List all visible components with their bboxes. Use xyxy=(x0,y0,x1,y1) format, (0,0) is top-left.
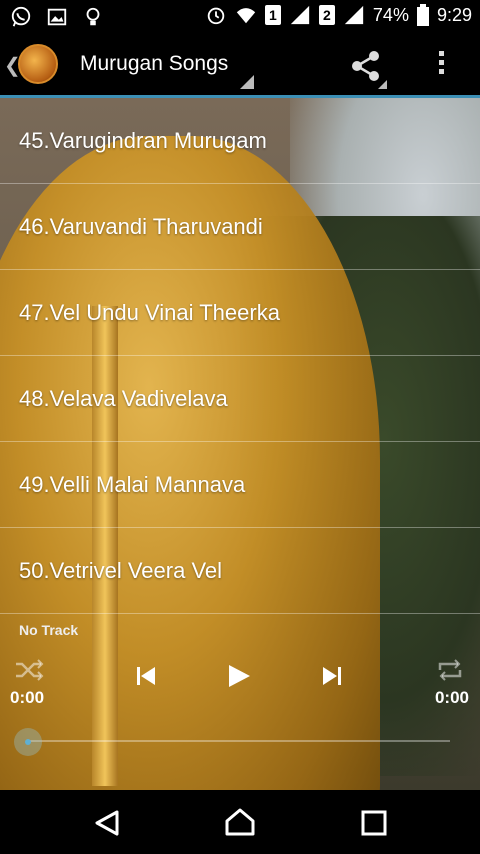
seek-thumb[interactable] xyxy=(14,728,42,756)
repeat-icon[interactable] xyxy=(436,658,464,682)
list-item[interactable]: 49.Velli Malai Mannava xyxy=(0,442,480,528)
list-item[interactable]: 47.Vel Undu Vinai Theerka xyxy=(0,270,480,356)
wifi-icon xyxy=(236,8,256,24)
total-time: 0:00 xyxy=(434,688,469,707)
current-track-label: No Track xyxy=(19,622,79,638)
list-item[interactable]: 48.Velava Vadivelava xyxy=(0,356,480,442)
sim1-badge: 1 xyxy=(264,5,281,25)
status-bar: 1 2 74% 9:29 xyxy=(0,0,480,33)
battery-icon xyxy=(416,4,429,26)
back-nav-icon[interactable] xyxy=(93,809,121,837)
song-title: 48.Velava Vadivelava xyxy=(19,385,228,411)
song-list: 45.Varugindran Murugam 46.Varuvandi Thar… xyxy=(0,98,480,614)
share-icon[interactable] xyxy=(350,50,382,82)
title-dropdown-indicator xyxy=(240,75,254,89)
song-title: 47.Vel Undu Vinai Theerka xyxy=(19,299,280,325)
song-title: 45.Varugindran Murugam xyxy=(19,127,267,153)
song-title: 50.Vetrivel Veera Vel xyxy=(19,557,223,583)
whatsapp-icon xyxy=(11,6,31,27)
list-item[interactable]: 45.Varugindran Murugam xyxy=(0,98,480,184)
overflow-menu-icon[interactable] xyxy=(436,51,446,78)
play-icon[interactable] xyxy=(226,663,252,689)
app-bar: ❮ Murugan Songs xyxy=(0,33,480,95)
home-nav-icon[interactable] xyxy=(224,807,256,837)
song-title: 46.Varuvandi Tharuvandi xyxy=(19,213,263,239)
shuffle-icon[interactable] xyxy=(14,658,44,682)
bulb-icon xyxy=(86,7,100,26)
elapsed-time: 0:00 xyxy=(10,688,45,707)
sim2-badge: 2 xyxy=(318,5,335,25)
app-avatar[interactable] xyxy=(18,44,58,84)
next-icon[interactable] xyxy=(322,666,342,686)
navigation-bar xyxy=(0,790,480,854)
signal-icon xyxy=(290,5,310,25)
app-title[interactable]: Murugan Songs xyxy=(80,52,228,76)
recents-nav-icon[interactable] xyxy=(361,810,387,836)
seek-bar[interactable] xyxy=(28,740,450,742)
song-title: 49.Velli Malai Mannava xyxy=(19,471,246,497)
gallery-icon xyxy=(47,8,67,26)
list-item[interactable]: 46.Varuvandi Tharuvandi xyxy=(0,184,480,270)
alarm-icon xyxy=(207,7,225,25)
previous-icon[interactable] xyxy=(136,666,156,686)
battery-percent: 74% xyxy=(372,4,409,25)
list-item[interactable]: 50.Vetrivel Veera Vel xyxy=(0,528,480,614)
signal-icon xyxy=(344,5,364,25)
clock: 9:29 xyxy=(436,4,472,25)
media-player: No Track 0:00 0:00 xyxy=(0,618,480,790)
share-dropdown-indicator xyxy=(378,80,387,89)
